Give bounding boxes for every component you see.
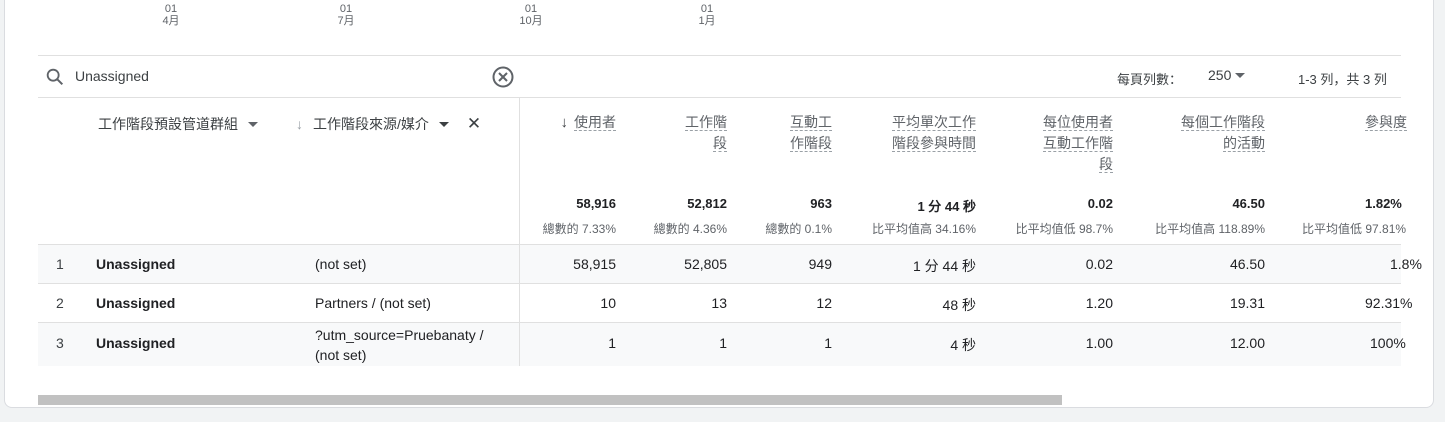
data-table: 工作階段預設管道群組 ↓ 工作階段來源/媒介 ✕ ↓ 使用者 工作階 段 互動工 … (38, 98, 1422, 366)
table-header: 工作階段預設管道群組 ↓ 工作階段來源/媒介 ✕ ↓ 使用者 工作階 段 互動工 … (38, 98, 1407, 245)
row-value: 46.50 (1229, 256, 1265, 272)
dimension-header-source[interactable]: ↓ 工作階段來源/媒介 ✕ (296, 114, 481, 134)
row-channel-group: Unassigned (96, 335, 176, 351)
row-value: 52,805 (684, 256, 727, 272)
rows-per-page-label: 每頁列數： (1117, 72, 1183, 87)
metric-total: 58,916 (576, 196, 616, 211)
chevron-down-icon[interactable] (438, 121, 449, 127)
metric-header-engagement-rate[interactable]: 參與度 (1365, 112, 1433, 133)
row-value: 100% (1370, 335, 1406, 351)
row-value: 1 (608, 335, 616, 351)
row-value: 1 分 44 秒 (912, 258, 976, 274)
row-index: 2 (56, 295, 64, 311)
metric-total-sub: 比平均值高 118.89% (1155, 222, 1265, 236)
table-row[interactable]: 3 Unassigned ?utm_source=Pruebanaty / (n… (38, 323, 1406, 366)
metric-total-sub: 比平均值低 98.7% (1015, 222, 1113, 236)
row-source-medium: (not set) (315, 256, 367, 272)
rows-per-page-value: 250 (1208, 67, 1232, 83)
metric-total-sub: 比平均值低 97.81% (1302, 222, 1407, 236)
sort-arrow-icon: ↓ (296, 116, 303, 132)
metric-header-events-per-session[interactable]: 每個工作階段 的活動 (1181, 112, 1265, 154)
metric-total: 1 分 44 秒 (917, 199, 976, 214)
metric-header-avg-engagement-time[interactable]: 平均單次工作 階段參與時間 (892, 112, 976, 154)
row-index: 1 (56, 256, 64, 272)
metric-total: 963 (810, 196, 832, 211)
row-channel-group: Unassigned (96, 256, 176, 272)
metric-total: 1.82% (1365, 196, 1402, 211)
clear-search-icon[interactable] (491, 65, 515, 89)
row-value: 1.00 (1085, 335, 1113, 351)
row-source-medium: Partners / (not set) (315, 295, 431, 311)
row-channel-group: Unassigned (96, 295, 176, 311)
table-row[interactable]: 2 Unassigned Partners / (not set) 10 13 … (38, 284, 1412, 323)
horizontal-scrollbar[interactable] (38, 395, 1401, 405)
chart-x-axis: 01 4月 01 7月 01 10月 01 1月 (5, 1, 1433, 41)
metric-total: 0.02 (1087, 196, 1113, 211)
row-value: 58,915 (573, 256, 616, 272)
sort-desc-icon: ↓ (560, 114, 569, 131)
x-tick: 01 1月 (698, 3, 716, 27)
chevron-down-icon (1235, 72, 1246, 78)
row-value: 12 (816, 295, 832, 311)
chevron-down-icon[interactable] (248, 121, 258, 127)
row-value: 13 (711, 295, 727, 311)
row-value: 10 (600, 295, 616, 311)
row-value: 949 (808, 256, 832, 272)
x-tick: 01 7月 (337, 3, 355, 27)
metric-header-engaged-sessions[interactable]: 互動工 作階段 (790, 112, 832, 154)
metric-total: 52,812 (687, 196, 727, 211)
pagination-range: 1-3 列，共 3 列 (1298, 72, 1387, 87)
search-icon (46, 68, 64, 86)
metric-header-engaged-sessions-per-user[interactable]: 每位使用者 互動工作階 段 (1043, 112, 1113, 175)
dimension-header-channel[interactable]: 工作階段預設管道群組 (98, 114, 258, 134)
row-value: 0.02 (1085, 256, 1113, 272)
x-tick: 01 10月 (519, 3, 543, 27)
metric-total-sub: 總數的 7.33% (542, 222, 616, 236)
report-card: 01 4月 01 7月 01 10月 01 1月 Unassigned 每頁列數： 25… (4, 0, 1434, 408)
remove-dimension-icon[interactable]: ✕ (467, 114, 481, 134)
metric-header-sessions[interactable]: 工作階 段 (685, 112, 727, 154)
row-value: 48 秒 (942, 297, 976, 313)
x-tick: 01 4月 (162, 3, 180, 27)
row-value: 4 秒 (950, 337, 976, 353)
metric-total: 46.50 (1232, 196, 1265, 211)
table-toolbar: Unassigned 每頁列數： 250 1-3 列，共 3 列 (38, 55, 1401, 98)
row-index: 3 (56, 335, 64, 351)
row-value: 1.8% (1390, 256, 1422, 272)
column-divider (519, 98, 520, 366)
row-value: 1 (719, 335, 727, 351)
metric-total-sub: 比平均值高 34.16% (871, 222, 976, 236)
row-value: 1.20 (1085, 295, 1113, 311)
row-value: 19.31 (1229, 295, 1265, 311)
scrollbar-thumb[interactable] (38, 395, 1062, 405)
search-input[interactable]: Unassigned (75, 68, 149, 84)
rows-per-page-select[interactable]: 250 (1208, 67, 1246, 83)
metric-header-users[interactable]: ↓ 使用者 (560, 112, 616, 133)
row-value: 92.31% (1365, 295, 1413, 311)
metric-total-sub: 總數的 4.36% (653, 222, 727, 236)
row-source-medium: ?utm_source=Pruebanaty / (not set) (315, 327, 484, 363)
table-row[interactable]: 1 Unassigned (not set) 58,915 52,805 949… (38, 245, 1422, 284)
row-value: 12.00 (1229, 335, 1265, 351)
metric-total-sub: 總數的 0.1% (765, 222, 832, 236)
row-value: 1 (824, 335, 832, 351)
